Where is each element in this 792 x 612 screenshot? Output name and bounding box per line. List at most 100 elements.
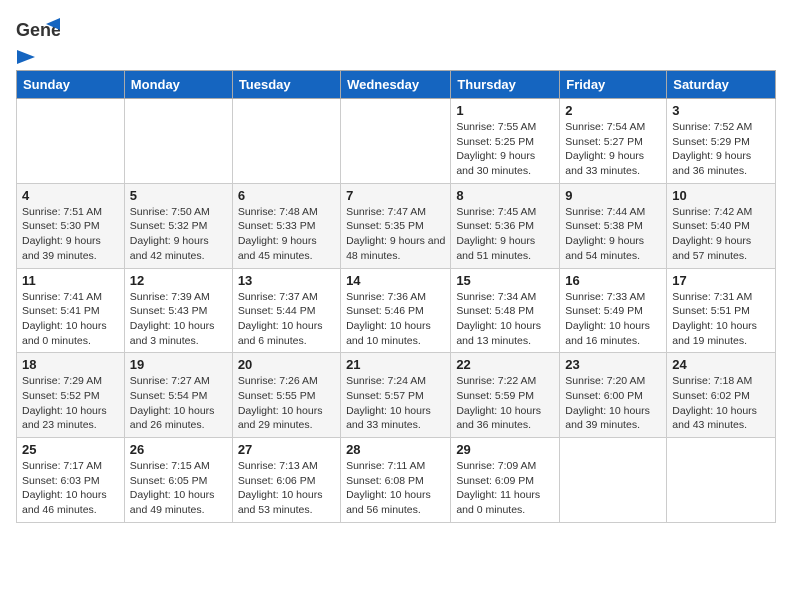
day-info: Sunrise: 7:51 AMSunset: 5:30 PMDaylight:… xyxy=(22,205,119,264)
day-number: 1 xyxy=(456,103,554,118)
day-cell: 14 Sunrise: 7:36 AMSunset: 5:46 PMDayligh… xyxy=(341,268,451,353)
day-info: Sunrise: 7:45 AMSunset: 5:36 PMDaylight:… xyxy=(456,205,554,264)
day-number: 11 xyxy=(22,273,119,288)
logo-arrow-icon xyxy=(17,50,35,64)
day-info: Sunrise: 7:33 AMSunset: 5:49 PMDaylight:… xyxy=(565,290,661,349)
logo-icon: General xyxy=(16,16,60,50)
day-cell: 12 Sunrise: 7:39 AMSunset: 5:43 PMDayligh… xyxy=(124,268,232,353)
logo: General xyxy=(16,16,60,60)
day-cell: 10Sunrise: 7:42 AMSunset: 5:40 PMDayligh… xyxy=(667,183,776,268)
day-cell xyxy=(124,99,232,184)
day-cell: 23 Sunrise: 7:20 AMSunset: 6:00 PMDayligh… xyxy=(560,353,667,438)
day-cell: 25Sunrise: 7:17 AMSunset: 6:03 PMDayligh… xyxy=(17,438,125,523)
day-cell: 13 Sunrise: 7:37 AMSunset: 5:44 PMDayligh… xyxy=(232,268,340,353)
day-cell: 18 Sunrise: 7:29 AMSunset: 5:52 PMDayligh… xyxy=(17,353,125,438)
week-row-1: 1 Sunrise: 7:55 AMSunset: 5:25 PMDaylight… xyxy=(17,99,776,184)
day-info: Sunrise: 7:29 AMSunset: 5:52 PMDaylight:… xyxy=(22,374,119,433)
day-cell: 20 Sunrise: 7:26 AMSunset: 5:55 PMDayligh… xyxy=(232,353,340,438)
day-cell: 3 Sunrise: 7:52 AMSunset: 5:29 PMDaylight… xyxy=(667,99,776,184)
day-number: 19 xyxy=(130,357,227,372)
day-number: 8 xyxy=(456,188,554,203)
day-info: Sunrise: 7:37 AMSunset: 5:44 PMDaylight:… xyxy=(238,290,335,349)
day-number: 7 xyxy=(346,188,445,203)
day-cell: 11 Sunrise: 7:41 AMSunset: 5:41 PMDayligh… xyxy=(17,268,125,353)
day-cell: 22 Sunrise: 7:22 AMSunset: 5:59 PMDayligh… xyxy=(451,353,560,438)
day-info: Sunrise: 7:31 AMSunset: 5:51 PMDaylight:… xyxy=(672,290,770,349)
day-info: Sunrise: 7:15 AMSunset: 6:05 PMDaylight:… xyxy=(130,459,227,518)
day-cell: 19 Sunrise: 7:27 AMSunset: 5:54 PMDayligh… xyxy=(124,353,232,438)
day-number: 2 xyxy=(565,103,661,118)
day-number: 25 xyxy=(22,442,119,457)
day-cell: 24 Sunrise: 7:18 AMSunset: 6:02 PMDayligh… xyxy=(667,353,776,438)
day-number: 21 xyxy=(346,357,445,372)
day-number: 17 xyxy=(672,273,770,288)
day-info: Sunrise: 7:50 AMSunset: 5:32 PMDaylight:… xyxy=(130,205,227,264)
day-number: 9 xyxy=(565,188,661,203)
day-info: Sunrise: 7:55 AMSunset: 5:25 PMDaylight:… xyxy=(456,120,554,179)
day-number: 26 xyxy=(130,442,227,457)
day-info: Sunrise: 7:41 AMSunset: 5:41 PMDaylight:… xyxy=(22,290,119,349)
day-number: 24 xyxy=(672,357,770,372)
weekday-header-monday: Monday xyxy=(124,71,232,99)
day-number: 15 xyxy=(456,273,554,288)
day-info: Sunrise: 7:09 AMSunset: 6:09 PMDaylight:… xyxy=(456,459,554,518)
day-info: Sunrise: 7:47 AMSunset: 5:35 PMDaylight:… xyxy=(346,205,445,264)
day-number: 12 xyxy=(130,273,227,288)
weekday-header-sunday: Sunday xyxy=(17,71,125,99)
day-number: 14 xyxy=(346,273,445,288)
day-info: Sunrise: 7:39 AMSunset: 5:43 PMDaylight:… xyxy=(130,290,227,349)
day-info: Sunrise: 7:36 AMSunset: 5:46 PMDaylight:… xyxy=(346,290,445,349)
day-info: Sunrise: 7:54 AMSunset: 5:27 PMDaylight:… xyxy=(565,120,661,179)
day-info: Sunrise: 7:22 AMSunset: 5:59 PMDaylight:… xyxy=(456,374,554,433)
day-info: Sunrise: 7:11 AMSunset: 6:08 PMDaylight:… xyxy=(346,459,445,518)
weekday-header-thursday: Thursday xyxy=(451,71,560,99)
day-info: Sunrise: 7:34 AMSunset: 5:48 PMDaylight:… xyxy=(456,290,554,349)
day-info: Sunrise: 7:13 AMSunset: 6:06 PMDaylight:… xyxy=(238,459,335,518)
day-cell: 29 Sunrise: 7:09 AMSunset: 6:09 PMDayligh… xyxy=(451,438,560,523)
day-cell xyxy=(667,438,776,523)
day-number: 13 xyxy=(238,273,335,288)
day-cell: 2 Sunrise: 7:54 AMSunset: 5:27 PMDaylight… xyxy=(560,99,667,184)
day-number: 5 xyxy=(130,188,227,203)
day-number: 20 xyxy=(238,357,335,372)
day-info: Sunrise: 7:26 AMSunset: 5:55 PMDaylight:… xyxy=(238,374,335,433)
day-cell: 28 Sunrise: 7:11 AMSunset: 6:08 PMDayligh… xyxy=(341,438,451,523)
day-number: 29 xyxy=(456,442,554,457)
day-cell: 8 Sunrise: 7:45 AMSunset: 5:36 PMDaylight… xyxy=(451,183,560,268)
weekday-header-row: SundayMondayTuesdayWednesdayThursdayFrid… xyxy=(17,71,776,99)
day-number: 23 xyxy=(565,357,661,372)
day-cell: 26 Sunrise: 7:15 AMSunset: 6:05 PMDayligh… xyxy=(124,438,232,523)
day-number: 28 xyxy=(346,442,445,457)
day-number: 22 xyxy=(456,357,554,372)
day-cell xyxy=(341,99,451,184)
week-row-5: 25Sunrise: 7:17 AMSunset: 6:03 PMDayligh… xyxy=(17,438,776,523)
weekday-header-friday: Friday xyxy=(560,71,667,99)
day-cell: 21 Sunrise: 7:24 AMSunset: 5:57 PMDayligh… xyxy=(341,353,451,438)
day-info: Sunrise: 7:24 AMSunset: 5:57 PMDaylight:… xyxy=(346,374,445,433)
weekday-header-saturday: Saturday xyxy=(667,71,776,99)
day-cell: 9Sunrise: 7:44 AMSunset: 5:38 PMDaylight… xyxy=(560,183,667,268)
day-number: 18 xyxy=(22,357,119,372)
calendar-table: SundayMondayTuesdayWednesdayThursdayFrid… xyxy=(16,70,776,523)
day-info: Sunrise: 7:20 AMSunset: 6:00 PMDaylight:… xyxy=(565,374,661,433)
day-cell xyxy=(17,99,125,184)
day-number: 16 xyxy=(565,273,661,288)
day-cell: 16 Sunrise: 7:33 AMSunset: 5:49 PMDayligh… xyxy=(560,268,667,353)
day-cell: 15 Sunrise: 7:34 AMSunset: 5:48 PMDayligh… xyxy=(451,268,560,353)
day-info: Sunrise: 7:52 AMSunset: 5:29 PMDaylight:… xyxy=(672,120,770,179)
week-row-4: 18 Sunrise: 7:29 AMSunset: 5:52 PMDayligh… xyxy=(17,353,776,438)
day-cell: 27Sunrise: 7:13 AMSunset: 6:06 PMDayligh… xyxy=(232,438,340,523)
day-info: Sunrise: 7:48 AMSunset: 5:33 PMDaylight:… xyxy=(238,205,335,264)
day-cell: 6 Sunrise: 7:48 AMSunset: 5:33 PMDaylight… xyxy=(232,183,340,268)
day-info: Sunrise: 7:18 AMSunset: 6:02 PMDaylight:… xyxy=(672,374,770,433)
day-number: 3 xyxy=(672,103,770,118)
weekday-header-wednesday: Wednesday xyxy=(341,71,451,99)
day-cell xyxy=(560,438,667,523)
day-cell: 5 Sunrise: 7:50 AMSunset: 5:32 PMDaylight… xyxy=(124,183,232,268)
day-info: Sunrise: 7:42 AMSunset: 5:40 PMDaylight:… xyxy=(672,205,770,264)
page-header: General xyxy=(16,16,776,60)
week-row-3: 11 Sunrise: 7:41 AMSunset: 5:41 PMDayligh… xyxy=(17,268,776,353)
day-info: Sunrise: 7:27 AMSunset: 5:54 PMDaylight:… xyxy=(130,374,227,433)
day-number: 6 xyxy=(238,188,335,203)
day-cell: 1 Sunrise: 7:55 AMSunset: 5:25 PMDaylight… xyxy=(451,99,560,184)
